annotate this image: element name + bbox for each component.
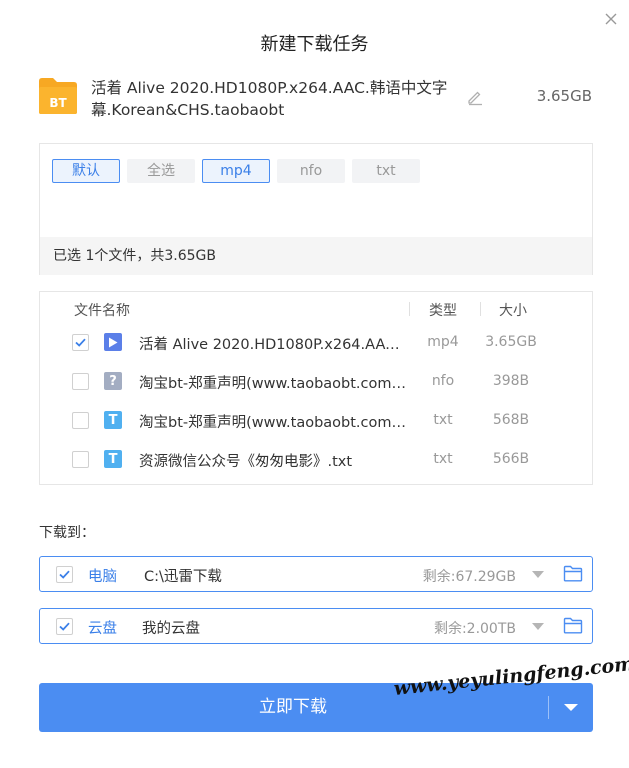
free-space: 剩余:67.29GB <box>422 569 516 585</box>
destination-path[interactable]: C:\迅雷下载 <box>144 565 222 586</box>
file-name: 淘宝bt-郑重声明(www.taobaobt.com).nfo <box>139 376 409 392</box>
file-filter-panel: 默认 全选 mp4 nfo txt 已选 1个文件，共3.65GB <box>39 143 593 275</box>
unknown-file-icon: ? <box>104 372 122 390</box>
column-separator <box>480 302 481 316</box>
download-to-label: 下载到： <box>39 525 95 541</box>
rename-edit-icon[interactable] <box>466 88 484 106</box>
file-name: 活着 Alive 2020.HD1080P.x264.AAC.韩语中文字幕.Ko… <box>139 337 409 353</box>
checkmark-icon <box>59 622 70 631</box>
selection-summary: 已选 1个文件，共3.65GB <box>40 237 592 275</box>
file-type: nfo <box>431 373 455 389</box>
filter-chip-mp4[interactable]: mp4 <box>202 159 270 183</box>
column-header-name[interactable]: 文件名称 <box>74 300 130 320</box>
download-now-button[interactable]: 立即下载 <box>39 683 547 732</box>
file-type: txt <box>433 451 453 467</box>
file-row[interactable]: T 资源微信公众号《匆匆电影》.txt txt 566B <box>40 440 592 479</box>
destination-cloud[interactable]: 云盘 我的云盘 剩余:2.00TB <box>39 608 593 644</box>
column-header-size[interactable]: 大小 <box>499 300 527 320</box>
file-row[interactable]: ? 淘宝bt-郑重声明(www.taobaobt.com).nfo nfo 39… <box>40 362 592 401</box>
destination-computer[interactable]: 电脑 C:\迅雷下载 剩余:67.29GB <box>39 556 593 592</box>
file-checkbox[interactable] <box>72 451 89 468</box>
free-space: 剩余:2.00TB <box>433 621 516 637</box>
text-file-icon: T <box>104 411 122 429</box>
file-checkbox[interactable] <box>72 412 89 429</box>
file-checkbox[interactable] <box>72 334 89 351</box>
torrent-name: 活着 Alive 2020.HD1080P.x264.AAC.韩语中文字幕.Ko… <box>91 79 448 119</box>
column-header-type[interactable]: 类型 <box>429 300 457 320</box>
chevron-down-icon[interactable] <box>531 570 545 579</box>
destination-path[interactable]: 我的云盘 <box>142 617 200 638</box>
column-separator <box>409 302 410 316</box>
file-list-table: 文件名称 类型 大小 活着 Alive 2020.HD1080P.x264.AA… <box>39 291 593 485</box>
torrent-size: 3.65GB <box>536 87 592 105</box>
filter-chip-txt[interactable]: txt <box>352 159 420 183</box>
text-file-icon: T <box>104 450 122 468</box>
chevron-down-icon[interactable] <box>531 622 545 631</box>
destination-checkbox[interactable] <box>56 618 73 635</box>
filter-chip-nfo[interactable]: nfo <box>277 159 345 183</box>
checkmark-icon <box>75 338 86 347</box>
file-size: 568B <box>492 412 530 428</box>
caret-down-icon <box>564 704 578 711</box>
folder-icon[interactable] <box>563 617 583 634</box>
close-icon <box>605 13 617 25</box>
filter-chip-default[interactable]: 默认 <box>52 159 120 183</box>
checkmark-icon <box>59 570 70 579</box>
dialog-title: 新建下载任务 <box>260 34 369 55</box>
file-type: txt <box>433 412 453 428</box>
video-play-icon <box>104 333 122 351</box>
destination-name: 电脑 <box>88 569 117 585</box>
file-name: 资源微信公众号《匆匆电影》.txt <box>139 454 353 470</box>
filter-chip-select-all[interactable]: 全选 <box>127 159 195 183</box>
file-size: 566B <box>492 451 530 467</box>
file-size: 398B <box>492 373 530 389</box>
file-checkbox[interactable] <box>72 373 89 390</box>
new-download-dialog: 新建下载任务 BT 活着 Alive 2020.HD1080P.x264.AAC… <box>0 0 629 768</box>
file-name: 淘宝bt-郑重声明(www.taobaobt.com).txt <box>139 415 409 431</box>
bt-folder-icon: BT <box>38 76 78 116</box>
file-row[interactable]: T 淘宝bt-郑重声明(www.taobaobt.com).txt txt 56… <box>40 401 592 440</box>
folder-icon[interactable] <box>563 565 583 582</box>
file-size: 3.65GB <box>485 334 537 350</box>
file-type: mp4 <box>427 334 459 350</box>
destination-name: 云盘 <box>88 621 117 637</box>
close-button[interactable] <box>600 8 622 30</box>
file-row[interactable]: 活着 Alive 2020.HD1080P.x264.AAC.韩语中文字幕.Ko… <box>40 323 592 362</box>
download-now-button-group: 立即下载 <box>39 683 593 732</box>
download-options-button[interactable] <box>549 683 593 732</box>
bt-icon-label: BT <box>49 96 67 110</box>
destination-checkbox[interactable] <box>56 566 73 583</box>
